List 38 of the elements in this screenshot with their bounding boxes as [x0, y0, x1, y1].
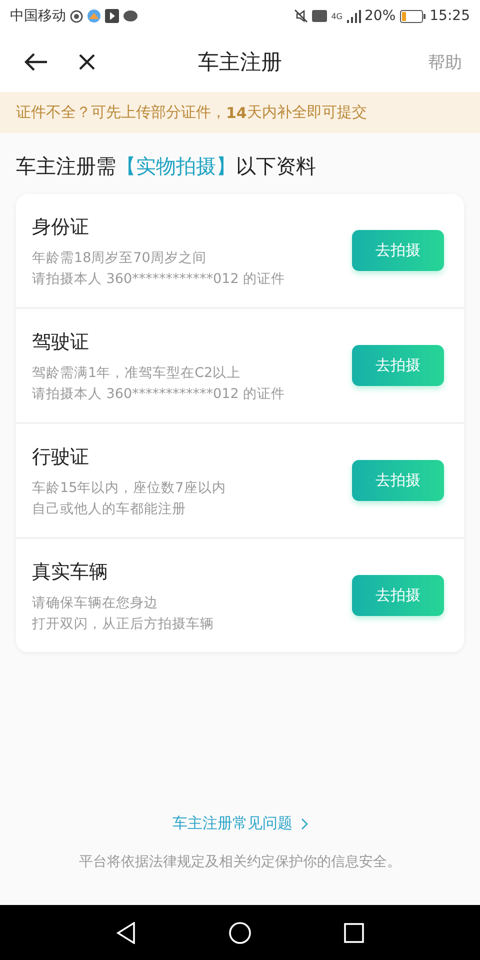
take-photo-button[interactable]: 去拍摄 — [352, 575, 444, 616]
document-title: 行驶证 — [32, 444, 90, 470]
faq-link[interactable]: 车主注册常见问题 — [170, 812, 310, 835]
carrier-name: 中国移动 — [10, 7, 66, 25]
requirement-text: 请拍摄本人 360************012 的证件 — [32, 270, 286, 288]
triangle-icon — [116, 922, 136, 944]
document-title: 真实车辆 — [32, 560, 109, 584]
app-icon — [87, 9, 101, 23]
clock-time: 15:25 — [430, 8, 470, 24]
requirement-text: 年龄需18周岁至70周岁之间 — [32, 248, 208, 266]
section-heading: 车主注册需【实物拍摄】以下资料 — [15, 153, 317, 180]
page-title: 车主注册 — [198, 49, 282, 76]
signal-icon — [346, 10, 361, 22]
document-title: 驾驶证 — [32, 330, 90, 354]
requirement-text: 打开双闪，从正后方拍摄车辆 — [32, 614, 215, 632]
privacy-note: 平台将依据法律规定及相关约定保护你的信息安全。 — [78, 853, 402, 871]
close-icon — [78, 53, 96, 71]
help-link[interactable]: 帮助 — [424, 46, 466, 78]
take-photo-button[interactable]: 去拍摄 — [352, 345, 444, 386]
app-icon — [105, 9, 119, 23]
requirement-text: 请拍摄本人 360************012 的证件 — [32, 384, 286, 402]
notice-banner: 证件不全？可先上传部分证件，14天内补全即可提交 — [0, 92, 480, 133]
square-icon — [344, 922, 364, 942]
back-arrow-icon — [24, 52, 48, 72]
take-photo-button[interactable]: 去拍摄 — [352, 230, 444, 271]
chevron-right-icon — [300, 818, 308, 830]
requirement-text: 车龄15年以内，座位数7座以内 — [32, 478, 227, 496]
mute-icon — [294, 9, 308, 23]
requirement-text: 请确保车辆在您身边 — [32, 594, 159, 612]
battery-icon — [400, 10, 426, 22]
requirement-text: 自己或他人的车都能注册 — [32, 500, 187, 518]
target-icon — [70, 10, 83, 22]
battery-percent: 20% — [364, 8, 396, 24]
requirement-text: 驾龄需满1年，准驾车型在C2以上 — [32, 364, 242, 382]
document-title: 身份证 — [32, 214, 90, 240]
take-photo-button[interactable]: 去拍摄 — [352, 460, 444, 501]
circle-icon — [228, 922, 251, 944]
network-type: 4G — [331, 12, 343, 20]
